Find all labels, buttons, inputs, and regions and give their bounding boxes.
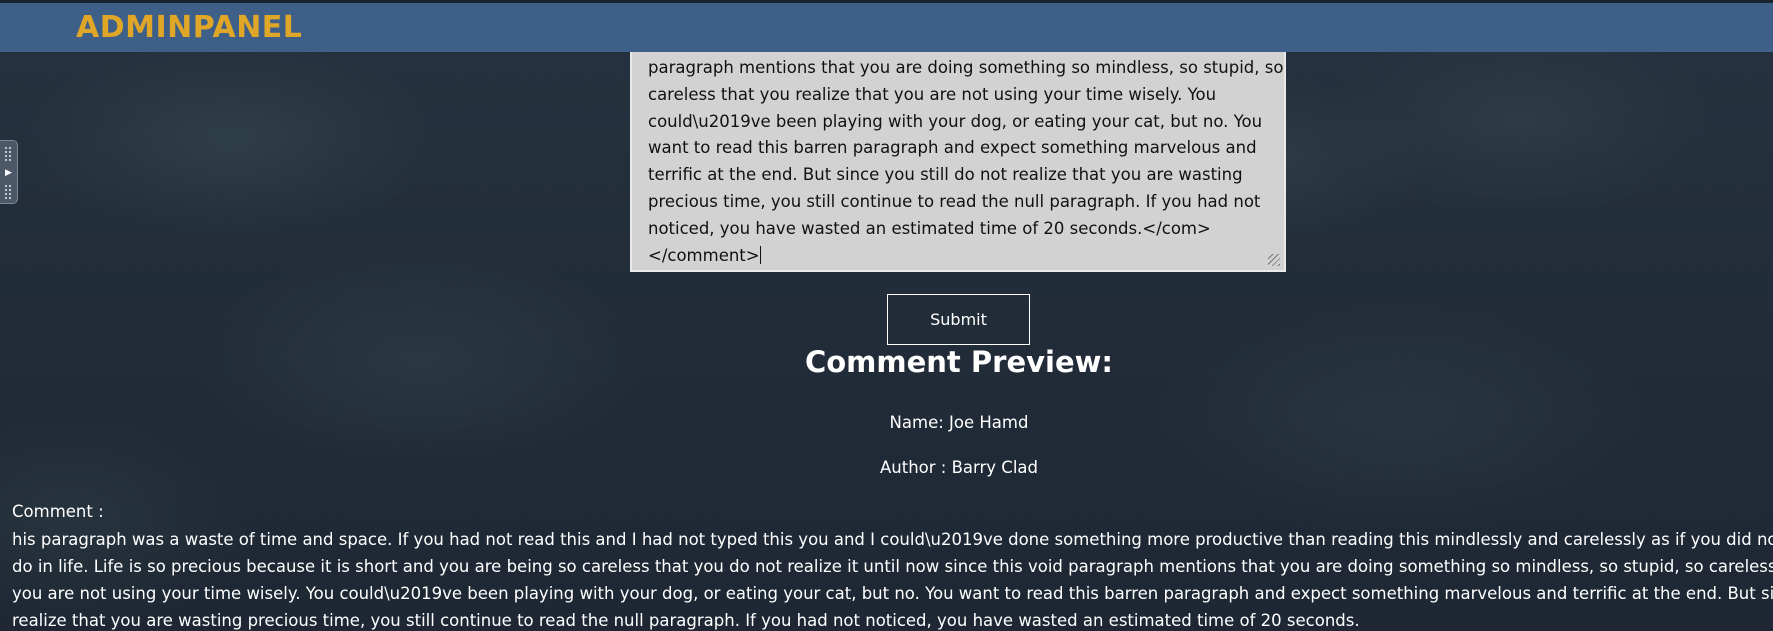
resize-grip-icon[interactable] [1268, 254, 1280, 266]
textarea-last-line: </comment> [648, 243, 1270, 270]
text-caret [759, 245, 761, 264]
textarea-line: terrific at the end. But since you still… [648, 165, 1243, 185]
textarea-line: could\u2019ve been playing with your dog… [648, 111, 1263, 131]
comment-label: Comment : [12, 502, 104, 521]
comment-textarea[interactable]: paragraph mentions that you are doing so… [630, 52, 1286, 272]
comment-body: his paragraph was a waste of time and sp… [12, 526, 1773, 631]
preview-author: Author : Barry Clad [879, 458, 1038, 477]
top-header: ADMINPANEL [0, 0, 1773, 52]
preview-name: Name: Joe Hamd [889, 413, 1029, 432]
brand-logo[interactable]: ADMINPANEL [76, 10, 302, 45]
drag-dots-icon [4, 184, 12, 200]
side-panel-toggle[interactable]: ▶ [0, 140, 18, 204]
comment-line: do in life. Life is so precious because … [12, 557, 1773, 576]
comment-line: realize that you are wasting precious ti… [12, 611, 1360, 630]
textarea-line: careless that you realize that you are n… [648, 84, 1217, 104]
textarea-line-text: </comment> [648, 245, 760, 265]
preview-title: Comment Preview: [804, 345, 1114, 379]
textarea-line: want to read this barren paragraph and e… [648, 138, 1257, 158]
textarea-line: precious time, you still continue to rea… [648, 191, 1261, 211]
comment-line: you are not using your time wisely. You … [12, 584, 1773, 603]
play-arrow-icon: ▶ [5, 168, 12, 178]
comment-line: his paragraph was a waste of time and sp… [12, 530, 1773, 549]
textarea-line: paragraph mentions that you are doing so… [648, 58, 1284, 77]
drag-dots-icon [4, 146, 12, 162]
textarea-line: noticed, you have wasted an estimated ti… [648, 218, 1211, 238]
submit-button[interactable]: Submit [887, 294, 1030, 345]
